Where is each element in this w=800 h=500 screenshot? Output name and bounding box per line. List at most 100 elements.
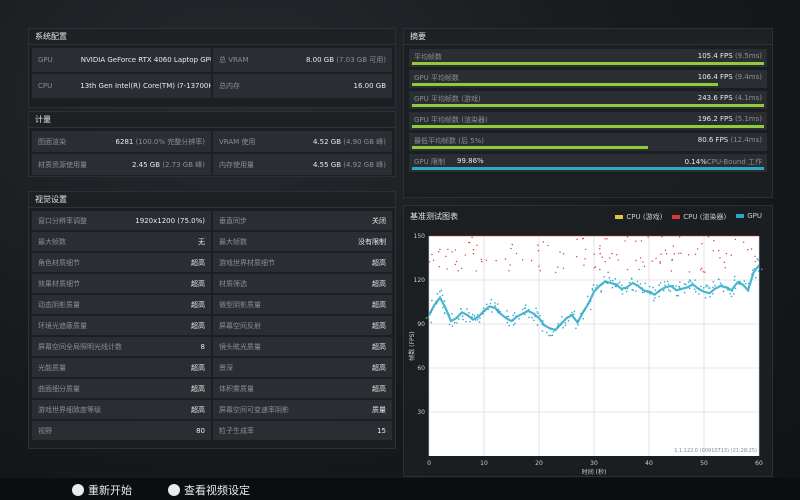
cpu-render-point bbox=[508, 270, 509, 271]
gpu-point bbox=[499, 311, 501, 313]
gpu-point bbox=[705, 297, 707, 299]
gpu-point bbox=[684, 283, 686, 285]
setting-value: 1920x1200 (75.0%) bbox=[135, 217, 205, 225]
memory-use-label: 内存使用量 bbox=[219, 160, 254, 170]
cpu-render-point bbox=[471, 237, 472, 238]
cpu-render-point bbox=[666, 253, 667, 254]
legend-cpu-render-label: CPU (渲染器) bbox=[683, 213, 726, 221]
cpu-render-point bbox=[754, 256, 755, 257]
cpu-render-point bbox=[606, 238, 607, 239]
setting-label: 视野 bbox=[38, 426, 52, 436]
gpu-point bbox=[460, 308, 462, 310]
gpu-point bbox=[640, 283, 642, 285]
chart-watermark: 1.1.122.0 (00910713) (21:28:25) bbox=[674, 448, 757, 454]
gpu-point bbox=[708, 287, 710, 289]
cpu-render-point bbox=[747, 249, 748, 250]
setting-value: 超高 bbox=[372, 279, 386, 289]
gpu-point bbox=[625, 288, 627, 290]
setting-label: 垂直同步 bbox=[219, 216, 247, 226]
gpu-point bbox=[537, 324, 539, 326]
cpu-render-point bbox=[661, 236, 662, 237]
gpu-point bbox=[621, 289, 623, 291]
gpu-point bbox=[751, 273, 753, 275]
summary-value: 196.2 FPS bbox=[698, 115, 733, 123]
gpu-point bbox=[679, 281, 681, 283]
gpu-point bbox=[512, 320, 514, 322]
gpu-point bbox=[512, 314, 514, 316]
setting-cell: 最大帧数 没有限制 bbox=[213, 232, 392, 251]
gpu-point bbox=[436, 303, 438, 305]
gpu-point bbox=[494, 302, 496, 304]
gpu-point bbox=[557, 325, 559, 327]
cpu-render-point bbox=[522, 259, 523, 260]
setting-label: 材质筛选 bbox=[219, 279, 247, 289]
setting-label: 最大帧数 bbox=[219, 237, 247, 247]
gpu-point bbox=[659, 291, 661, 293]
gpu-point bbox=[739, 281, 741, 283]
summary-label: GPU 平均帧数 bbox=[414, 73, 459, 83]
gpu-point bbox=[535, 308, 537, 310]
cpu-render-point bbox=[701, 268, 702, 269]
gpu-point bbox=[431, 309, 433, 311]
gpu-point bbox=[477, 319, 479, 321]
settings-row: 窗口分辨率调整 1920x1200 (75.0%) 垂直同步 关闭 bbox=[29, 211, 395, 230]
gpu-point bbox=[526, 311, 528, 313]
gpu-point bbox=[629, 282, 631, 284]
summary-value: 80.6 FPS bbox=[698, 136, 729, 144]
gpu-point bbox=[456, 322, 458, 324]
cpu-cell: CPU 13th Gen Intel(R) Core(TM) i7-13700H bbox=[32, 74, 211, 98]
settings-row: 视野 80 粒子生成率 15 bbox=[29, 421, 395, 440]
setting-value: 超高 bbox=[191, 384, 205, 394]
cpu-render-point bbox=[563, 253, 564, 254]
gpu-point bbox=[513, 324, 515, 326]
cpu-render-point bbox=[563, 268, 564, 269]
gpu-point bbox=[695, 291, 697, 293]
gpu-point bbox=[542, 320, 544, 322]
summary-value-group: 80.6 FPS (12.4ms) bbox=[698, 136, 762, 144]
gpu-point bbox=[456, 317, 458, 319]
cpu-render-point bbox=[755, 261, 756, 262]
gpu-point bbox=[539, 315, 541, 317]
gpu-point bbox=[596, 284, 598, 286]
restart-button[interactable]: 重新开始 bbox=[72, 482, 132, 498]
gpu-point bbox=[471, 316, 473, 318]
gpu-point bbox=[506, 316, 508, 318]
gpu-point bbox=[706, 284, 708, 286]
cpu-render-point bbox=[451, 251, 452, 252]
legend-gpu: GPU bbox=[736, 212, 762, 222]
gpu-point bbox=[431, 322, 433, 324]
setting-cell: 光能质量 超高 bbox=[32, 358, 211, 377]
gpu-point bbox=[427, 317, 429, 319]
cpu-render-point bbox=[595, 266, 596, 267]
gpu-point bbox=[622, 293, 624, 295]
cpu-render-point bbox=[445, 256, 446, 257]
cpu-render-point bbox=[431, 254, 432, 255]
gpu-point bbox=[465, 321, 467, 323]
gpu-point bbox=[718, 279, 720, 281]
material-memory-sub: (2.73 GB 峰) bbox=[162, 161, 205, 169]
cpu-render-point bbox=[640, 257, 641, 258]
cpu-render-point bbox=[461, 268, 462, 269]
gpu-point bbox=[637, 281, 639, 283]
summary-sub: (9.5ms) bbox=[735, 52, 762, 60]
cpu-render-point bbox=[473, 253, 474, 254]
view-settings-button[interactable]: 查看视频设定 bbox=[168, 482, 250, 498]
gpu-point bbox=[565, 322, 567, 324]
view-settings-label: 查看视频设定 bbox=[184, 484, 250, 497]
cpu-render-point bbox=[674, 253, 675, 254]
gpu-point bbox=[508, 325, 510, 327]
x-tick-label: 0 bbox=[427, 460, 431, 467]
gpu-point bbox=[685, 284, 687, 286]
gpu-point bbox=[497, 312, 499, 314]
gpu-point bbox=[508, 316, 510, 318]
cpu-render-point bbox=[447, 249, 448, 250]
gpu-point bbox=[568, 320, 570, 322]
cpu-render-point bbox=[465, 254, 466, 255]
gpu-point bbox=[595, 287, 597, 289]
gpu-point bbox=[496, 310, 498, 312]
view-settings-key-icon bbox=[168, 484, 180, 496]
cpu-render-point bbox=[486, 259, 487, 260]
gpu-point bbox=[542, 324, 544, 326]
gpu-point bbox=[690, 280, 692, 282]
cpu-render-point bbox=[726, 253, 727, 254]
